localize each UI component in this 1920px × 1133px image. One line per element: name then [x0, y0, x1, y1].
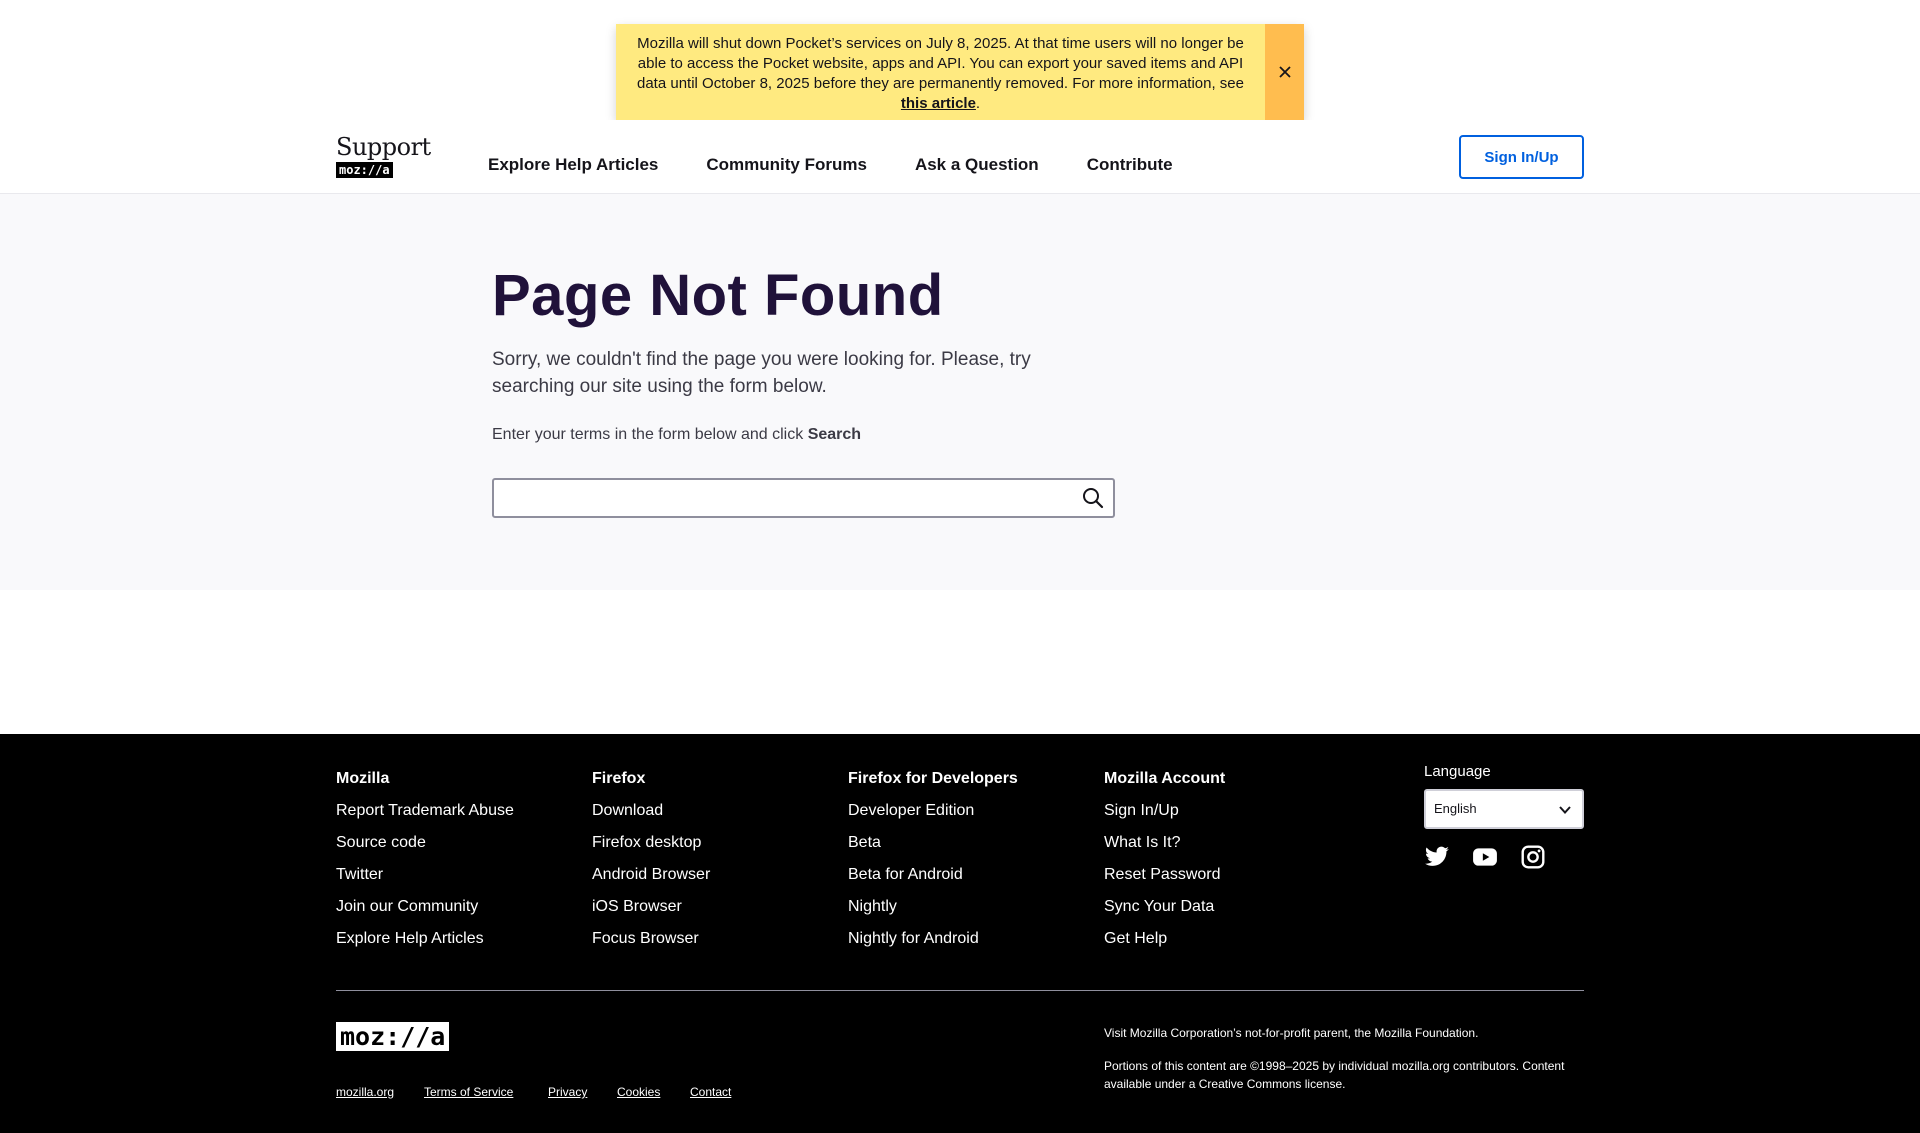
footer-column-mozilla-account: Mozilla Account Sign In/Up What Is It? R… — [1104, 768, 1225, 960]
footer-link[interactable]: Get Help — [1104, 928, 1225, 950]
search-instruction: Enter your terms in the form below and c… — [492, 424, 861, 446]
footer-column-title: Mozilla — [336, 770, 390, 787]
footer-column-title: Firefox for Developers — [848, 770, 1018, 787]
legal-link-terms[interactable]: Terms of Service — [424, 1084, 513, 1100]
footer-link[interactable]: Twitter — [336, 864, 514, 886]
footer-link[interactable]: Reset Password — [1104, 864, 1225, 886]
footer-link[interactable]: Nightly — [848, 896, 1018, 918]
announcement-banner: Mozilla will shut down Pocket’s services… — [616, 24, 1304, 120]
nav-explore-help-articles[interactable]: Explore Help Articles — [488, 154, 658, 176]
footer-column-mozilla: Mozilla Report Trademark Abuse Source co… — [336, 768, 514, 960]
footer-link[interactable]: Report Trademark Abuse — [336, 800, 514, 822]
youtube-icon[interactable] — [1472, 844, 1498, 870]
nav-community-forums[interactable]: Community Forums — [706, 154, 867, 176]
footer-link[interactable]: Explore Help Articles — [336, 928, 514, 950]
search-form — [492, 478, 1115, 518]
main-content: Page Not Found Sorry, we couldn't find t… — [0, 194, 1920, 590]
banner-message: Mozilla will shut down Pocket’s services… — [616, 24, 1265, 120]
banner-close-button[interactable] — [1265, 24, 1304, 120]
footer-column-firefox-for-developers: Firefox for Developers Developer Edition… — [848, 768, 1018, 960]
footer-link[interactable]: Source code — [336, 832, 514, 854]
foundation-note: Visit Mozilla Corporation’s not-for-prof… — [1104, 1026, 1479, 1040]
license-note: Portions of this content are ©1998–2025 … — [1104, 1059, 1565, 1091]
footer-link[interactable]: Nightly for Android — [848, 928, 1018, 950]
nav-contribute[interactable]: Contribute — [1087, 154, 1173, 176]
footer-link[interactable]: Join our Community — [336, 896, 514, 918]
footer-link[interactable]: Firefox desktop — [592, 832, 710, 854]
language-selected-value: English — [1434, 801, 1477, 816]
banner-article-link[interactable]: this article — [901, 95, 976, 112]
language-select[interactable]: English — [1424, 789, 1584, 829]
footer-link[interactable]: What Is It? — [1104, 832, 1225, 854]
footer-link[interactable]: Beta — [848, 832, 1018, 854]
not-found-message: Sorry, we couldn't find the page you wer… — [492, 349, 1031, 397]
legal-link-privacy[interactable]: Privacy — [548, 1084, 587, 1100]
close-icon — [1278, 66, 1291, 78]
nav-ask-a-question[interactable]: Ask a Question — [915, 154, 1039, 176]
footer-link[interactable]: Sign In/Up — [1104, 800, 1225, 822]
footer-link[interactable]: Focus Browser — [592, 928, 710, 950]
footer-link[interactable]: Sync Your Data — [1104, 896, 1225, 918]
mozilla-logo[interactable]: moz://a — [336, 1022, 450, 1051]
footer-column-firefox: Firefox Download Firefox desktop Android… — [592, 768, 710, 960]
banner-text: Mozilla will shut down Pocket’s services… — [637, 35, 1244, 92]
twitter-icon[interactable] — [1424, 844, 1450, 870]
logo-support-text: Support — [336, 133, 431, 161]
footer-divider — [336, 990, 1584, 991]
footer-link[interactable]: Download — [592, 800, 710, 822]
footer-link[interactable]: Developer Edition — [848, 800, 1018, 822]
legal-link-cookies[interactable]: Cookies — [617, 1084, 660, 1100]
footer-column-title: Mozilla Account — [1104, 770, 1226, 787]
page-title: Page Not Found — [492, 263, 944, 328]
search-input[interactable] — [502, 484, 1062, 512]
footer-column-title: Firefox — [592, 770, 646, 787]
support-logo[interactable]: Support moz://a — [336, 133, 434, 179]
footer-link[interactable]: Beta for Android — [848, 864, 1018, 886]
instruction-text: Enter your terms in the form below and c… — [492, 426, 808, 443]
site-footer: Mozilla Report Trademark Abuse Source co… — [0, 734, 1920, 1133]
language-label: Language — [1424, 763, 1491, 780]
legal-link-mozilla-org[interactable]: mozilla.org — [336, 1084, 394, 1100]
footer-link[interactable]: Android Browser — [592, 864, 710, 886]
instagram-icon[interactable] — [1520, 844, 1546, 870]
logo-mozilla-text: moz://a — [336, 162, 393, 178]
main-nav: Explore Help Articles Community Forums A… — [488, 154, 1173, 176]
sign-in-button[interactable]: Sign In/Up — [1459, 135, 1584, 179]
instruction-bold: Search — [807, 426, 862, 443]
legal-link-contact[interactable]: Contact — [690, 1084, 731, 1100]
site-header: Support moz://a Explore Help Articles Co… — [0, 120, 1920, 194]
banner-text-end: . — [975, 95, 981, 112]
chevron-down-icon — [1559, 806, 1571, 814]
search-icon[interactable] — [1081, 486, 1105, 510]
footer-link[interactable]: iOS Browser — [592, 896, 710, 918]
